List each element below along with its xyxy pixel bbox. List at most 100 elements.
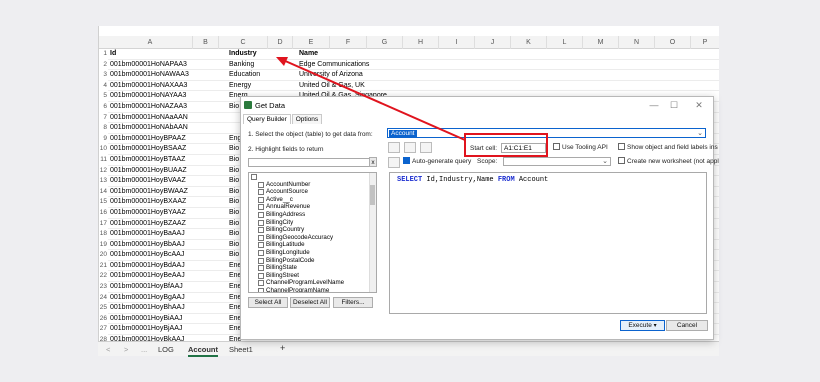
row-number[interactable]: 20: [99, 250, 108, 261]
col-header[interactable]: L: [547, 36, 583, 49]
col-header[interactable]: N: [619, 36, 655, 49]
cell-a[interactable]: 001bm00001HoNAXAA3: [110, 81, 195, 91]
checkbox-icon[interactable]: [258, 287, 264, 292]
checkbox-icon[interactable]: [258, 249, 264, 256]
cell-a[interactable]: 001bm00001HoyBPAAZ: [110, 134, 195, 144]
deselect-all-button[interactable]: Deselect All: [290, 297, 330, 308]
col-header[interactable]: G: [367, 36, 403, 49]
cell-c[interactable]: Industry: [229, 49, 289, 59]
query-editor[interactable]: SELECT Id,Industry,Name FROM Account: [389, 172, 707, 314]
open-icon[interactable]: [420, 142, 432, 153]
checkbox-icon[interactable]: [258, 242, 264, 249]
col-header[interactable]: O: [655, 36, 691, 49]
col-header[interactable]: J: [475, 36, 511, 49]
col-header[interactable]: M: [583, 36, 619, 49]
cell-a[interactable]: 001bm00001HoyBYAAZ: [110, 208, 195, 218]
field-list-item[interactable]: Active__c: [249, 196, 376, 204]
field-filter-input[interactable]: [248, 158, 370, 167]
cell-e[interactable]: Edge Communications: [299, 60, 389, 70]
tab-options[interactable]: Options: [291, 114, 323, 124]
grid-icon[interactable]: [388, 142, 400, 153]
tab-query-builder[interactable]: Query Builder: [243, 114, 291, 124]
object-select[interactable]: Account ⌄: [387, 128, 706, 138]
col-header[interactable]: P: [691, 36, 719, 49]
row-number[interactable]: 26: [99, 314, 108, 325]
row-number[interactable]: 21: [99, 261, 108, 272]
field-list-item[interactable]: BillingCity: [249, 219, 376, 227]
field-list-item[interactable]: BillingState: [249, 264, 376, 272]
checkbox-icon[interactable]: [258, 257, 264, 264]
scope-select[interactable]: ⌄: [503, 157, 611, 166]
tab-account[interactable]: Account: [188, 345, 218, 357]
checkbox-icon[interactable]: [258, 219, 264, 226]
checkbox-icon[interactable]: [258, 196, 264, 203]
cell-a[interactable]: 001bm00001HoNAaAAN: [110, 113, 195, 123]
tab-scroll-right[interactable]: >: [124, 345, 128, 354]
row-number[interactable]: 14: [99, 187, 108, 198]
cell-a[interactable]: 001bm00001HoyBcAAJ: [110, 250, 195, 260]
tab-log[interactable]: LOG: [158, 345, 174, 354]
field-list-item[interactable]: BillingPostalCode: [249, 257, 376, 265]
checkbox-icon[interactable]: [251, 174, 257, 180]
cell-a[interactable]: 001bm00001HoyBfAAJ: [110, 282, 195, 292]
col-header[interactable]: C: [219, 36, 268, 49]
fields-header-row[interactable]: [249, 173, 376, 181]
row-number[interactable]: 9: [99, 134, 108, 145]
row-number[interactable]: 24: [99, 293, 108, 304]
checkbox-icon[interactable]: [258, 227, 264, 234]
close-icon[interactable]: ✕: [692, 99, 706, 111]
start-cell-input[interactable]: A1:C1:E1: [501, 143, 546, 153]
cell-a[interactable]: 001bm00001HoyBXAAZ: [110, 197, 195, 207]
filters-button[interactable]: Filters...: [333, 297, 373, 308]
table-row[interactable]: Id Industry Name: [108, 49, 719, 60]
save-icon[interactable]: [404, 142, 416, 153]
field-list-item[interactable]: BillingCountry: [249, 226, 376, 234]
row-number[interactable]: 8: [99, 123, 108, 134]
cell-c[interactable]: Energy: [229, 81, 289, 91]
field-list-item[interactable]: ChannelProgramLevelName: [249, 279, 376, 287]
col-header[interactable]: B: [193, 36, 219, 49]
row-number[interactable]: 3: [99, 70, 108, 81]
cell-a[interactable]: 001bm00001HoyBWAAZ: [110, 187, 195, 197]
row-number[interactable]: 23: [99, 282, 108, 293]
row-number[interactable]: 1: [99, 49, 108, 60]
tab-overflow[interactable]: ...: [141, 345, 147, 354]
row-number[interactable]: 6: [99, 102, 108, 113]
row-number[interactable]: 18: [99, 229, 108, 240]
cell-a[interactable]: 001bm00001HoyBjAAJ: [110, 324, 195, 334]
field-list-item[interactable]: AccountNumber: [249, 181, 376, 189]
minimize-icon[interactable]: —: [647, 99, 661, 111]
tab-sheet1[interactable]: Sheet1: [229, 345, 253, 354]
checkbox-icon[interactable]: [258, 189, 264, 196]
field-list-scrollbar[interactable]: [369, 173, 376, 292]
field-list-item[interactable]: BillingAddress: [249, 211, 376, 219]
cell-a[interactable]: 001bm00001HoyBhAAJ: [110, 303, 195, 313]
cell-a[interactable]: 001bm00001HoyBSAAZ: [110, 144, 195, 154]
row-number[interactable]: 15: [99, 197, 108, 208]
cell-a[interactable]: Id: [110, 49, 195, 59]
col-header[interactable]: F: [330, 36, 367, 49]
cell-e[interactable]: Name: [299, 49, 389, 59]
refresh-icon[interactable]: [388, 157, 400, 168]
field-list-item[interactable]: BillingLongitude: [249, 249, 376, 257]
use-tooling-api-checkbox[interactable]: Use Tooling API: [553, 143, 608, 151]
checkbox-icon[interactable]: [258, 265, 264, 272]
cell-a[interactable]: 001bm00001HoyBiAAJ: [110, 314, 195, 324]
cell-a[interactable]: 001bm00001HoNAWAA3: [110, 70, 195, 80]
row-number[interactable]: 12: [99, 166, 108, 177]
cell-a[interactable]: 001bm00001HoyBZAAZ: [110, 219, 195, 229]
clear-filter-button[interactable]: x: [369, 157, 377, 167]
scroll-thumb[interactable]: [370, 185, 375, 205]
col-header[interactable]: I: [439, 36, 475, 49]
field-list-item[interactable]: ChannelProgramName: [249, 287, 376, 292]
table-row[interactable]: 001bm00001HoNAWAA3 Education University of…: [108, 70, 719, 81]
checkbox-icon[interactable]: [258, 211, 264, 218]
cell-a[interactable]: 001bm00001HoyBVAAZ: [110, 176, 195, 186]
row-number[interactable]: 27: [99, 324, 108, 335]
cell-c[interactable]: Banking: [229, 60, 289, 70]
cell-a[interactable]: 001bm00001HoNAPAA3: [110, 60, 195, 70]
checkbox-icon[interactable]: [258, 272, 264, 279]
show-labels-checkbox[interactable]: Show object and field labels ins: [618, 143, 718, 151]
execute-button[interactable]: Execute ▾: [620, 320, 665, 331]
create-worksheet-checkbox[interactable]: Create new worksheet (not appl: [618, 157, 719, 165]
